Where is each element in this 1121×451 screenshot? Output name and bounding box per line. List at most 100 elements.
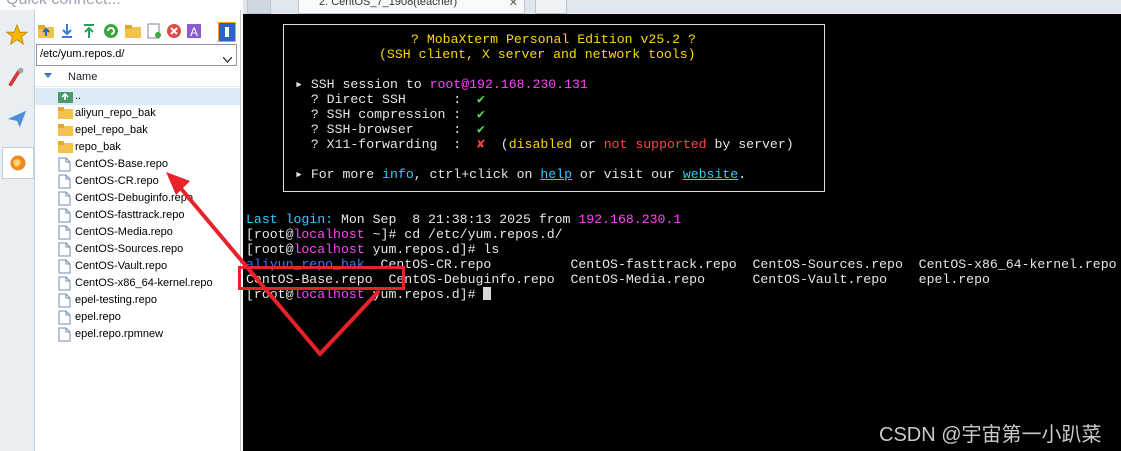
file-row[interactable]: CentOS-Base.repo [35,156,240,173]
svg-text:A: A [190,25,198,39]
file-row[interactable]: CentOS-x86_64-kernel.repo [35,275,240,292]
file-name: CentOS-Base.repo [75,158,168,170]
properties-icon[interactable] [218,22,236,42]
more-mid: , ctrl+click on [413,167,541,182]
last-login-line: Last login: Mon Sep 8 21:38:13 2025 from… [246,212,681,227]
tools-icon[interactable] [2,62,32,92]
direct-ssh-label: ? Direct SSH : [295,92,478,107]
prompt-host: localhost [293,242,365,257]
refresh-icon[interactable] [103,22,119,40]
folder-up-icon[interactable] [38,22,54,40]
file-icon [58,208,73,223]
tab-session[interactable]: 2. CentOS_7_1908(teacher) ✕ [298,0,525,14]
ls-file-entries: CentOS-CR.repo CentOS-fasttrack.repo Cen… [364,257,1117,272]
new-file-icon[interactable] [146,22,162,40]
folder-icon [58,123,73,138]
last-login-date: Mon Sep 8 21:38:13 2025 from [333,212,579,227]
file-name: CentOS-x86_64-kernel.repo [75,277,213,289]
info-text: info [382,167,414,182]
compression-label: ? SSH compression : [295,107,478,122]
file-icon [58,242,73,257]
name-column-header[interactable]: Name [35,67,240,87]
tab-close-icon[interactable]: ✕ [509,0,518,9]
file-row[interactable]: epel-testing.repo [35,292,240,309]
file-icon [58,276,73,291]
folder-icon [58,140,73,155]
parent-folder-icon [58,89,73,104]
file-row[interactable]: CentOS-Vault.repo [35,258,240,275]
file-row[interactable]: CentOS-CR.repo [35,173,240,190]
sftp-globe-icon[interactable] [2,147,34,179]
more-prefix: ▸ For more [295,167,383,182]
sftp-file-panel: A /etc/yum.repos.d/ Name .. aliyun_repo_b… [35,10,241,451]
browser-check-icon: ✔ [477,122,485,137]
new-folder-icon[interactable] [125,22,141,40]
folder-row[interactable]: epel_repo_bak [35,122,240,139]
upload-icon[interactable] [81,22,97,40]
x11-or: or [572,137,604,152]
website-link[interactable]: website [683,167,738,182]
file-icon [58,259,73,274]
terminal-cursor [483,287,492,300]
tab-session-label: 2. CentOS_7_1908(teacher) [319,0,458,8]
ssh-session-prefix: ▸ SSH session to [295,77,430,92]
x11-label: ? X11-forwarding : [295,137,478,152]
chevron-down-icon[interactable] [222,50,233,68]
direct-ssh-check-icon: ✔ [477,92,485,107]
parent-dir-row[interactable]: .. [35,88,240,105]
file-name: CentOS-Debuginfo.repo [75,192,194,204]
terminal-pane[interactable]: ? MobaXterm Personal Edition v25.2 ? (SS… [243,14,1121,451]
path-dropdown[interactable]: /etc/yum.repos.d/ [36,44,237,66]
last-login-label: Last login: [246,212,334,227]
download-icon[interactable] [59,22,75,40]
file-row[interactable]: epel.repo.rpmnew [35,326,240,343]
rename-icon[interactable]: A [186,22,202,40]
send-icon[interactable] [2,104,32,134]
folder-row[interactable]: repo_bak [35,139,240,156]
file-icon [58,225,73,240]
sessions-star-icon[interactable] [2,20,32,50]
file-row[interactable]: CentOS-Media.repo [35,224,240,241]
command-cd: ~]# cd /etc/yum.repos.d/ [364,227,563,242]
x11-line: ? X11-forwarding : ✘ (disabled or not su… [295,137,794,152]
file-name: CentOS-fasttrack.repo [75,209,185,221]
new-tab-button[interactable] [535,0,567,14]
file-name: epel.repo.rpmnew [75,328,164,340]
file-name: epel_repo_bak [75,124,148,136]
compression-check-icon: ✔ [477,107,485,122]
direct-ssh-line: ? Direct SSH : ✔ [295,92,485,107]
tab-home[interactable] [247,0,271,14]
file-row[interactable]: CentOS-Debuginfo.repo [35,190,240,207]
last-login-ip: 192.168.230.1 [578,212,682,227]
x11-not-supported: not supported [603,137,707,152]
file-row[interactable]: epel.repo [35,309,240,326]
delete-icon[interactable] [166,22,182,40]
file-name: repo_bak [75,141,121,153]
more-info-line: ▸ For more info, ctrl+click on help or v… [295,167,746,182]
file-row[interactable]: CentOS-Sources.repo [35,241,240,258]
file-icon [58,327,73,342]
x11-cross-icon: ✘ [477,137,485,152]
file-name: aliyun_repo_bak [75,107,156,119]
folder-icon [58,106,73,121]
browser-line: ? SSH-browser : ✔ [295,122,485,137]
path-value: /etc/yum.repos.d/ [40,48,125,60]
help-link[interactable]: help [540,167,572,182]
file-row[interactable]: CentOS-fasttrack.repo [35,207,240,224]
x11-note-open: ( [484,137,509,152]
file-name: epel-testing.repo [75,294,157,306]
banner-title: ? MobaXterm Personal Edition v25.2 ? [411,32,696,47]
prompt-open: [root@ [246,227,294,242]
more-mid2: or visit our [572,167,683,182]
file-icon [58,293,73,308]
watermark: CSDN @宇宙第一小趴菜 [879,424,1102,446]
command-line-cd: [root@localhost ~]# cd /etc/yum.repos.d/ [246,227,563,242]
file-name: CentOS-Sources.repo [75,243,184,255]
file-icon [58,310,73,325]
folder-row[interactable]: aliyun_repo_bak [35,105,240,122]
command-line-ls: [root@localhost yum.repos.d]# ls [246,242,499,257]
file-name: .. [75,90,82,102]
file-name: CentOS-Vault.repo [75,260,168,272]
ssh-session-line: ▸ SSH session to root@192.168.230.131 [295,77,588,92]
compression-line: ? SSH compression : ✔ [295,107,485,122]
